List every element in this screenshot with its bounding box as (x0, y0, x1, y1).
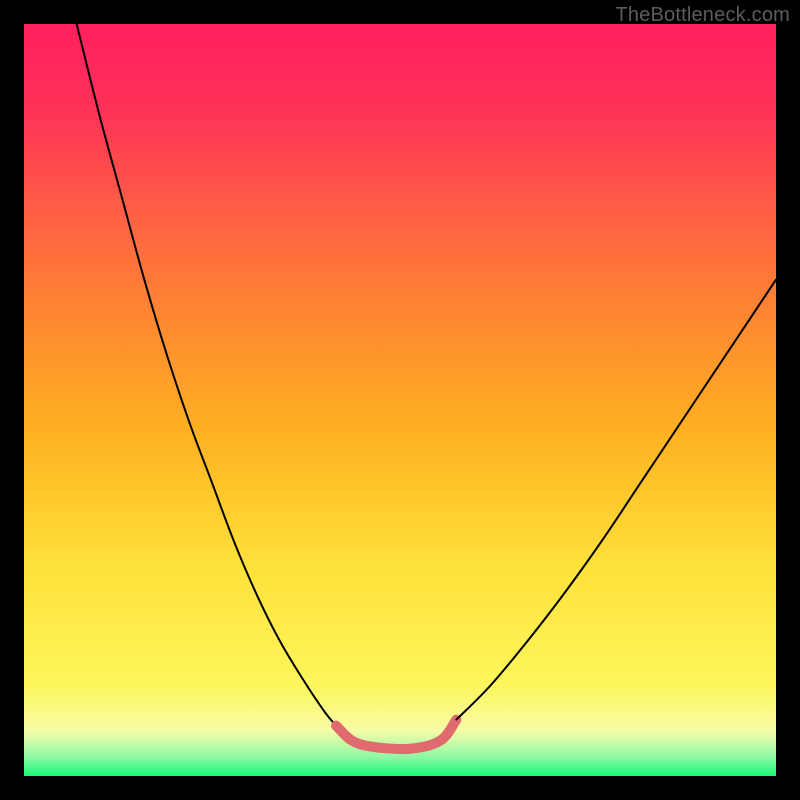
series-right-curve (456, 280, 776, 720)
plot-area (24, 24, 776, 776)
watermark-text: TheBottleneck.com (615, 4, 790, 27)
series-trough-highlight (336, 720, 456, 750)
curve-layer (24, 24, 776, 776)
series-left-curve (77, 24, 336, 726)
chart-frame: TheBottleneck.com (0, 0, 800, 800)
